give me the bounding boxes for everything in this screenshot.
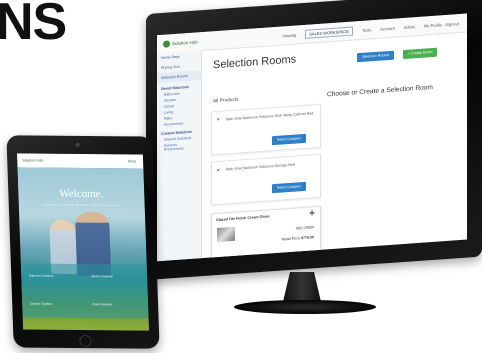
camera-icon	[75, 142, 80, 147]
select-category-button[interactable]: Select Category	[272, 181, 307, 194]
product-price: $775.00	[301, 235, 314, 241]
tablet-screen: Solution Hub Shop · Welcome. Let us help…	[16, 153, 150, 331]
home-button-icon[interactable]	[79, 335, 92, 348]
product-card[interactable]: Glazed Tile Finish Cream Gloss ✚ SKU 206…	[211, 205, 321, 260]
welcome-heading: Welcome.	[59, 187, 104, 201]
category-title: Bath Sink Bathroom Solutions Storage Bed	[226, 162, 295, 172]
nav-admin[interactable]: Admin	[404, 24, 415, 30]
main-content: Selection Rooms Selection Rooms + Create…	[207, 32, 461, 260]
viewing-label: Viewing	[282, 31, 297, 38]
user-menu[interactable]: My Profile · Signout	[424, 21, 459, 28]
tablet-device: Solution Hub Shop · Welcome. Let us help…	[0, 135, 160, 350]
logo-icon	[163, 39, 170, 48]
create-room-button[interactable]: + Create Room	[403, 47, 438, 60]
nav-account[interactable]: Account	[380, 25, 394, 31]
product-name: Glazed Tile Finish Cream Gloss	[216, 214, 270, 223]
page-title: Selection Rooms	[213, 53, 297, 72]
category-title: Bath Sink Bathroom Solutions Sink Vanity…	[226, 111, 314, 122]
sidebar-item-preferences[interactable]: Solution Preferences	[157, 140, 201, 153]
nav-tools[interactable]: Tools	[362, 27, 371, 33]
desktop-monitor: Solution Hub Viewing SALES WORKSPACE Too…	[146, 0, 482, 314]
monitor-bezel: Solution Hub Viewing SALES WORKSPACE Too…	[146, 0, 482, 281]
tablet-brand[interactable]: Solution Hub	[22, 158, 43, 162]
solutions-overlay: Bathroom Solutions Kitchen Solutions Out…	[20, 263, 149, 319]
chevron-up-icon[interactable]: ▴	[217, 167, 220, 173]
tablet-header: Solution Hub Shop ·	[16, 153, 144, 169]
chevron-down-icon[interactable]: ▾	[217, 117, 220, 123]
tile-kitchen[interactable]: Kitchen Solutions	[91, 274, 113, 278]
add-icon[interactable]: ✚	[309, 209, 315, 217]
selection-rooms-button[interactable]: Selection Rooms	[357, 50, 395, 63]
tile-closet[interactable]: Closet Solutions	[92, 302, 112, 306]
hero-photo: Welcome. Let us help you plan the right …	[17, 167, 150, 331]
price-label: Retail Price	[281, 236, 300, 242]
monitor-screen: Solution Hub Viewing SALES WORKSPACE Too…	[157, 13, 467, 262]
headline: NS	[0, 0, 67, 51]
app-logo-text: Solution Hub	[172, 38, 198, 46]
sidebar: Home Page Pricing Tool Selection Rooms S…	[157, 50, 202, 262]
all-products-label: All Products	[213, 97, 239, 105]
product-thumbnail	[217, 226, 235, 243]
tablet-header-link[interactable]: Shop ·	[127, 159, 138, 163]
tile-outdoor[interactable]: Outdoor Solutions	[30, 302, 53, 306]
product-sku: SKU 20634	[295, 225, 314, 231]
category-card: ▾ Bath Sink Bathroom Solutions Sink Vani…	[211, 103, 321, 156]
app-logo[interactable]: Solution Hub	[163, 38, 198, 48]
choose-room-prompt: Choose or Create a Selection Room	[327, 83, 433, 99]
workspace-select[interactable]: SALES WORKSPACE	[305, 26, 353, 39]
welcome-subtext: Let us help you plan the right home solu…	[42, 202, 122, 208]
tile-bathroom[interactable]: Bathroom Solutions	[29, 274, 54, 278]
tablet-body: Solution Hub Shop · Welcome. Let us help…	[6, 135, 160, 349]
category-card: ▴ Bath Sink Bathroom Solutions Storage B…	[211, 153, 321, 206]
select-category-button[interactable]: Select Category	[272, 133, 307, 146]
monitor-stand-base	[234, 300, 376, 314]
